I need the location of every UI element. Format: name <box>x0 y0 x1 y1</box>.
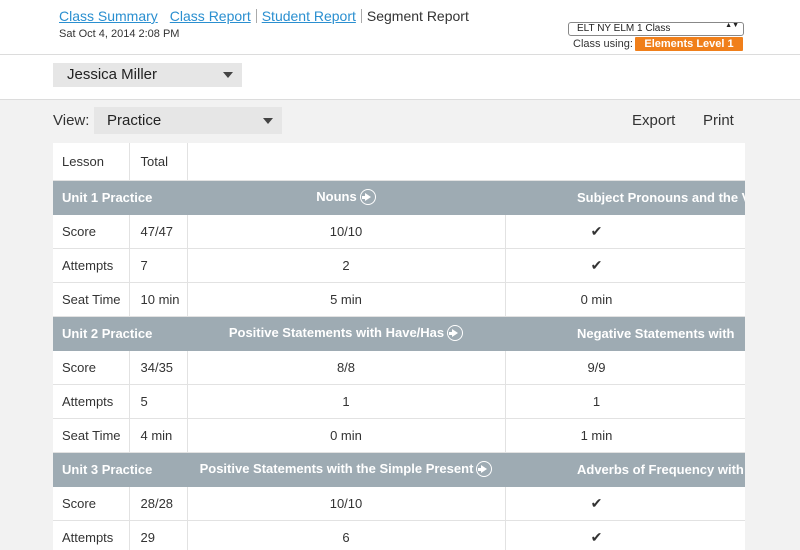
total-header: Total <box>129 143 188 181</box>
lesson-value: 1 <box>505 384 745 419</box>
lesson-link[interactable]: Positive Statements with the Simple Pres… <box>187 452 505 487</box>
student-bar: Jessica Miller <box>0 55 800 100</box>
row-label: Score <box>53 350 130 385</box>
lesson-link[interactable]: Nouns <box>187 180 505 215</box>
row-label: Score <box>53 214 130 249</box>
class-report-link[interactable]: Class Report <box>170 8 251 24</box>
unit-name: Unit 1 Practice <box>53 180 187 215</box>
row-label: Seat Time <box>53 418 130 453</box>
student-select[interactable]: Jessica Miller <box>53 63 242 87</box>
row-total: 4 min <box>129 418 188 453</box>
segment-report-current: Segment Report <box>366 8 469 24</box>
checkmark-icon: ✔ <box>505 248 745 283</box>
unit-name: Unit 3 Practice <box>53 452 187 487</box>
table-row: Seat Time 4 min 0 min 1 min <box>53 418 745 453</box>
arrow-right-circle-icon[interactable] <box>476 461 493 477</box>
row-label: Attempts <box>53 248 130 283</box>
class-select-value: ELT NY ELM 1 Class <box>577 23 671 34</box>
chevron-down-icon <box>263 118 273 124</box>
row-label: Attempts <box>53 384 130 419</box>
view-label: View: <box>53 112 90 129</box>
table-row: Score 34/35 8/8 9/9 <box>53 350 745 385</box>
row-label: Seat Time <box>53 282 130 317</box>
lesson-title: Nouns <box>316 189 357 204</box>
lesson-value: 9/9 <box>505 350 745 385</box>
lesson-header: Lesson <box>53 143 130 181</box>
report-table-panel: Lesson Total Unit 1 Practice Nouns Subject… <box>53 143 745 550</box>
lesson-link[interactable]: Negative Statements with <box>505 316 745 351</box>
checkmark-icon: ✔ <box>505 520 745 550</box>
lesson-link[interactable]: Subject Pronouns and the V <box>505 180 745 215</box>
row-total: 10 min <box>129 282 188 317</box>
class-summary-link[interactable]: Class Summary <box>59 8 158 24</box>
class-select[interactable]: ELT NY ELM 1 Class ▲▼ <box>568 22 744 36</box>
row-label: Attempts <box>53 520 130 550</box>
row-label: Score <box>53 486 130 521</box>
export-button[interactable]: Export <box>632 112 675 129</box>
unit-header-row: Unit 2 Practice Positive Statements with … <box>53 316 745 351</box>
lesson-value: 1 min <box>505 418 745 453</box>
lesson-title: Negative Statements with <box>577 325 735 341</box>
lesson-value: 1 <box>187 384 506 419</box>
student-select-value: Jessica Miller <box>67 66 158 83</box>
nav-divider <box>255 9 257 23</box>
print-button[interactable]: Print <box>703 112 734 129</box>
view-select-value: Practice <box>107 112 162 129</box>
lesson-value: 2 <box>187 248 506 283</box>
table-header-row: Lesson Total <box>53 143 745 181</box>
arrow-right-circle-icon[interactable] <box>447 325 464 341</box>
unit-header-row: Unit 1 Practice Nouns Subject Pronouns and… <box>53 180 745 215</box>
row-total: 5 <box>129 384 188 419</box>
lesson-value: 0 min <box>187 418 506 453</box>
row-total: 29 <box>129 520 188 550</box>
chevron-down-icon <box>223 72 233 78</box>
table-row: Score 28/28 10/10 ✔ <box>53 486 745 521</box>
table-row: Seat Time 10 min 5 min 0 min <box>53 282 745 317</box>
unit-name: Unit 2 Practice <box>53 316 187 351</box>
lesson-value: 10/10 <box>187 214 506 249</box>
arrow-right-circle-icon[interactable] <box>359 189 376 205</box>
lesson-link[interactable]: Adverbs of Frequency with the Sim <box>505 452 745 487</box>
lesson-link[interactable]: Positive Statements with Have/Has <box>187 316 505 351</box>
report-timestamp: Sat Oct 4, 2014 2:08 PM <box>59 28 180 40</box>
lesson-title: Adverbs of Frequency with the Sim <box>577 461 745 477</box>
class-using-label: Class using: <box>573 38 633 50</box>
row-total: 28/28 <box>129 486 188 521</box>
lesson-value: 6 <box>187 520 506 550</box>
checkmark-icon: ✔ <box>505 486 745 521</box>
row-total: 7 <box>129 248 188 283</box>
report-table: Lesson Total Unit 1 Practice Nouns Subject… <box>53 143 745 550</box>
select-arrows-icon: ▲▼ <box>725 22 739 29</box>
report-nav: Class Summary Class Report Student Report S… <box>59 8 469 24</box>
lesson-value: 8/8 <box>187 350 506 385</box>
level-badge: Elements Level 1 <box>635 37 743 51</box>
checkmark-icon: ✔ <box>505 214 745 249</box>
header-spacer <box>187 143 505 181</box>
row-total: 47/47 <box>129 214 188 249</box>
nav-divider <box>360 9 362 23</box>
lesson-title: Positive Statements with the Simple Pres… <box>199 461 474 476</box>
student-report-link[interactable]: Student Report <box>262 8 356 24</box>
lesson-value: 0 min <box>505 282 745 317</box>
header-spacer <box>505 143 745 181</box>
table-row: Attempts 29 6 ✔ <box>53 520 745 550</box>
report-header: Class Summary Class Report Student Report S… <box>0 0 800 55</box>
unit-header-row: Unit 3 Practice Positive Statements with … <box>53 452 745 487</box>
lesson-value: 5 min <box>187 282 506 317</box>
select-arrows-glyph: ▲▼ <box>725 22 739 29</box>
view-select[interactable]: Practice <box>94 107 282 134</box>
table-row: Attempts 7 2 ✔ <box>53 248 745 283</box>
lesson-value: 10/10 <box>187 486 506 521</box>
table-row: Score 47/47 10/10 ✔ <box>53 214 745 249</box>
table-row: Attempts 5 1 1 <box>53 384 745 419</box>
row-total: 34/35 <box>129 350 188 385</box>
lesson-title: Positive Statements with Have/Has <box>228 325 445 340</box>
lesson-title: Subject Pronouns and the V <box>577 189 745 205</box>
